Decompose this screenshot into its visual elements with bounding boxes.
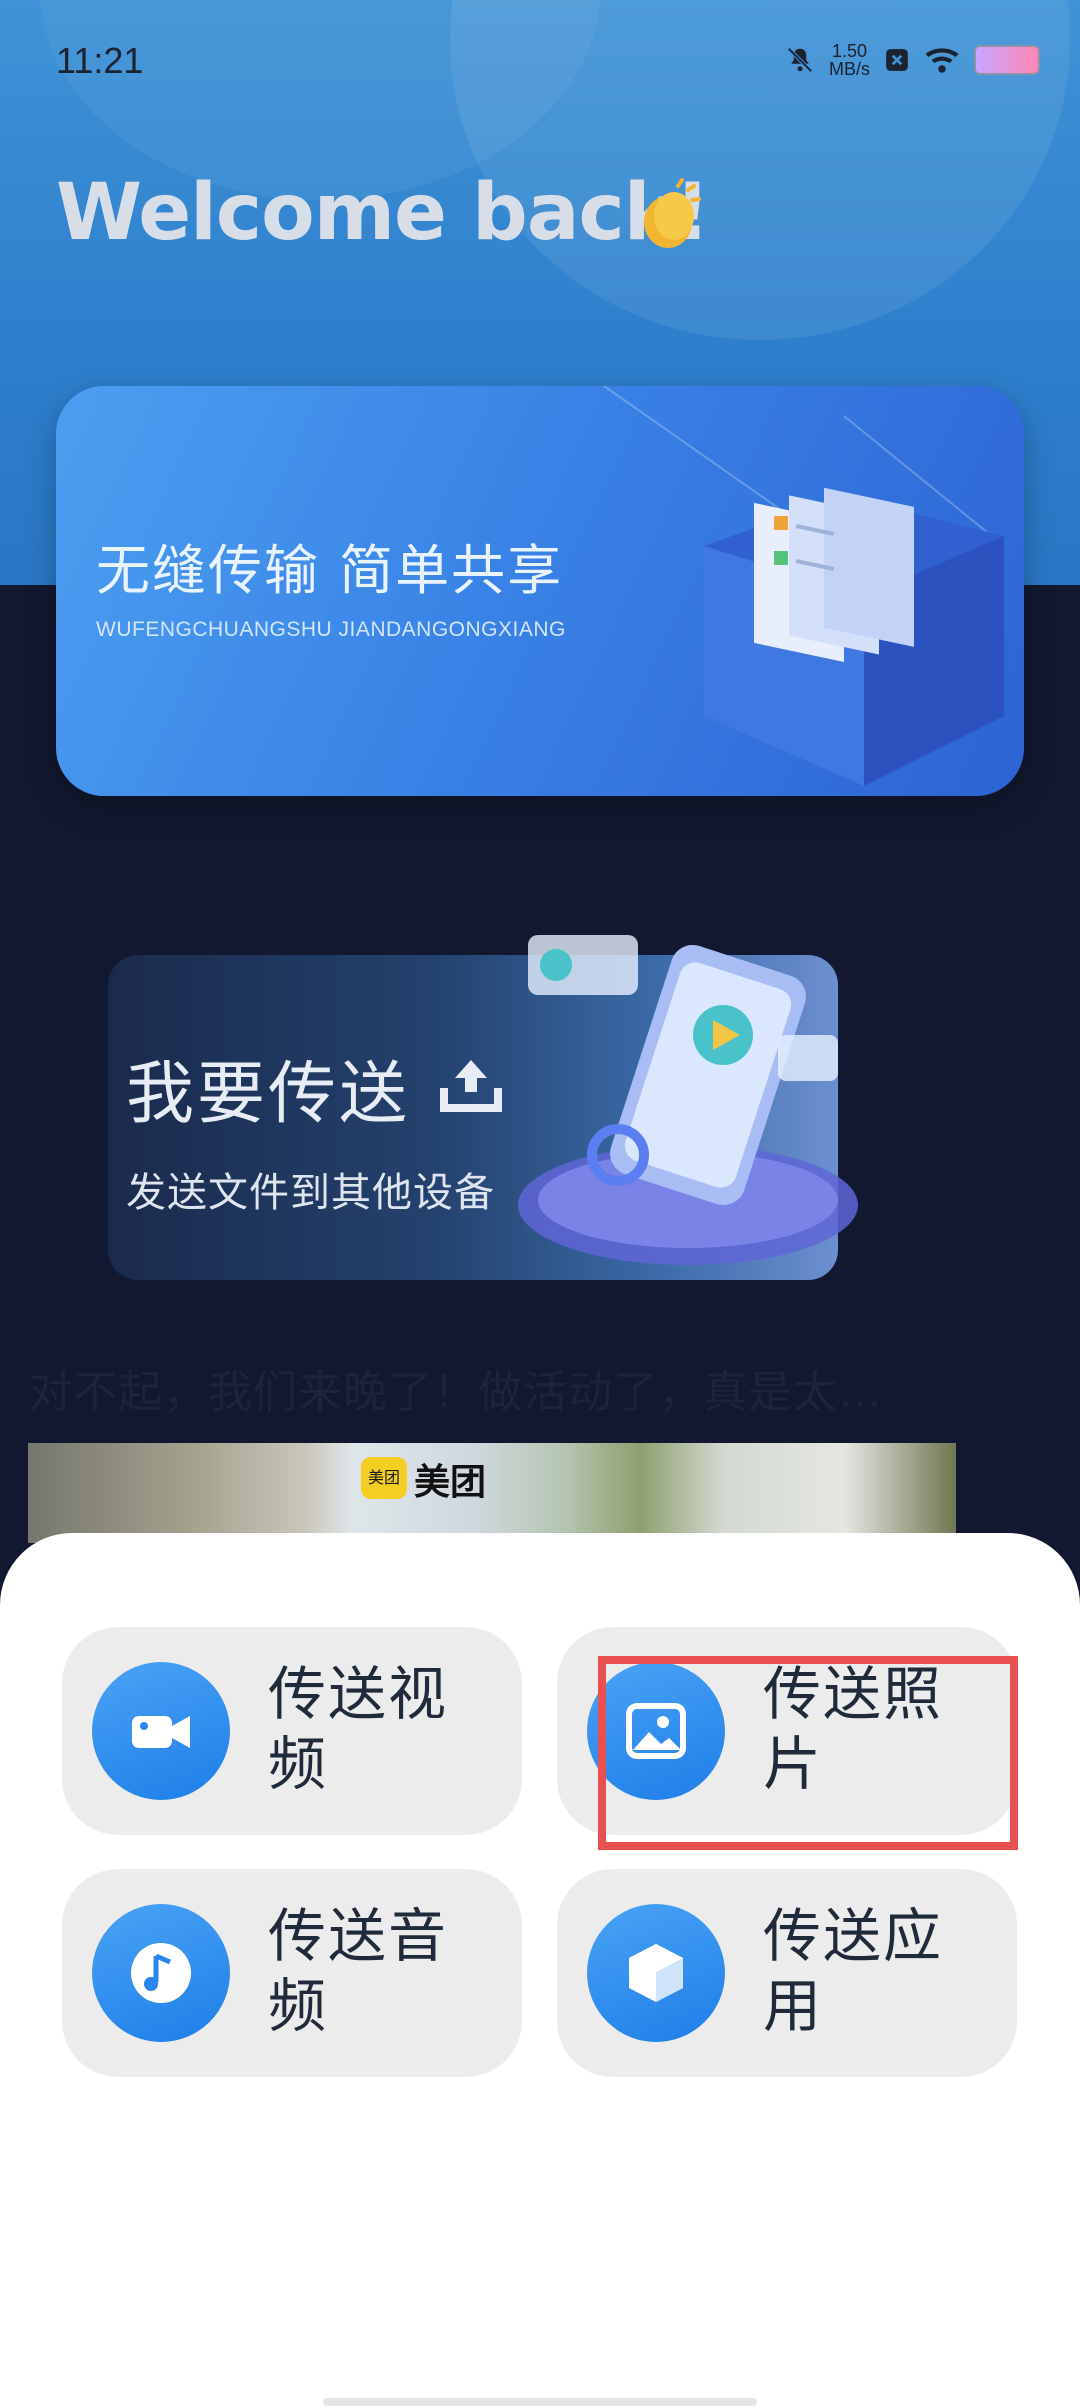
ad-brand-text: 美团 (414, 1462, 487, 1503)
file-box-illustration (604, 386, 1005, 786)
send-title: 我要传送 (126, 1055, 411, 1134)
welcome-title: Welcome back! (56, 168, 710, 258)
wifi-icon (925, 48, 959, 73)
ad-text[interactable]: 对不起，我们来晚了！做活动了，真是太… (28, 1356, 883, 1420)
status-time: 11:21 (56, 40, 144, 81)
ad-brand-badge: 美团 (361, 1457, 407, 1499)
video-camera-icon (92, 1662, 230, 1800)
highlight-box (598, 1656, 1018, 1850)
phone-illustration (518, 935, 858, 1265)
upload-icon (440, 1060, 502, 1112)
send-audio-label: 传送音频 (268, 1902, 449, 2040)
music-note-icon (92, 1904, 230, 2042)
clapping-hands-icon (644, 178, 701, 248)
home-indicator[interactable] (323, 2398, 757, 2406)
send-audio-button[interactable]: 传送音频 (62, 1869, 522, 2077)
send-app-button[interactable]: 传送应用 (557, 1869, 1017, 2077)
close-box-icon (886, 49, 908, 71)
send-video-label: 传送视频 (268, 1660, 449, 1798)
app-cube-icon (587, 1904, 725, 2042)
status-bar: 11:21 1.50 MB/s (0, 0, 1080, 125)
banner-subtitle: WUFENGCHUANGSHU JIANDANGONGXIANG (96, 618, 566, 641)
battery-icon (974, 45, 1040, 75)
send-video-button[interactable]: 传送视频 (62, 1627, 522, 1835)
hero-banner[interactable]: 无缝传输 简单共享 WUFENGCHUANGSHU JIANDANGONGXIA… (56, 386, 1024, 796)
net-speed: 1.50 MB/s (828, 41, 870, 79)
send-app-label: 传送应用 (763, 1902, 944, 2040)
bell-off-icon (787, 47, 813, 73)
send-subtitle: 发送文件到其他设备 (126, 1170, 495, 1216)
ad-image[interactable]: 美团 美团 (28, 1443, 956, 1543)
status-icons: 1.50 MB/s (785, 42, 1040, 78)
banner-title: 无缝传输 简单共享 (96, 539, 564, 602)
